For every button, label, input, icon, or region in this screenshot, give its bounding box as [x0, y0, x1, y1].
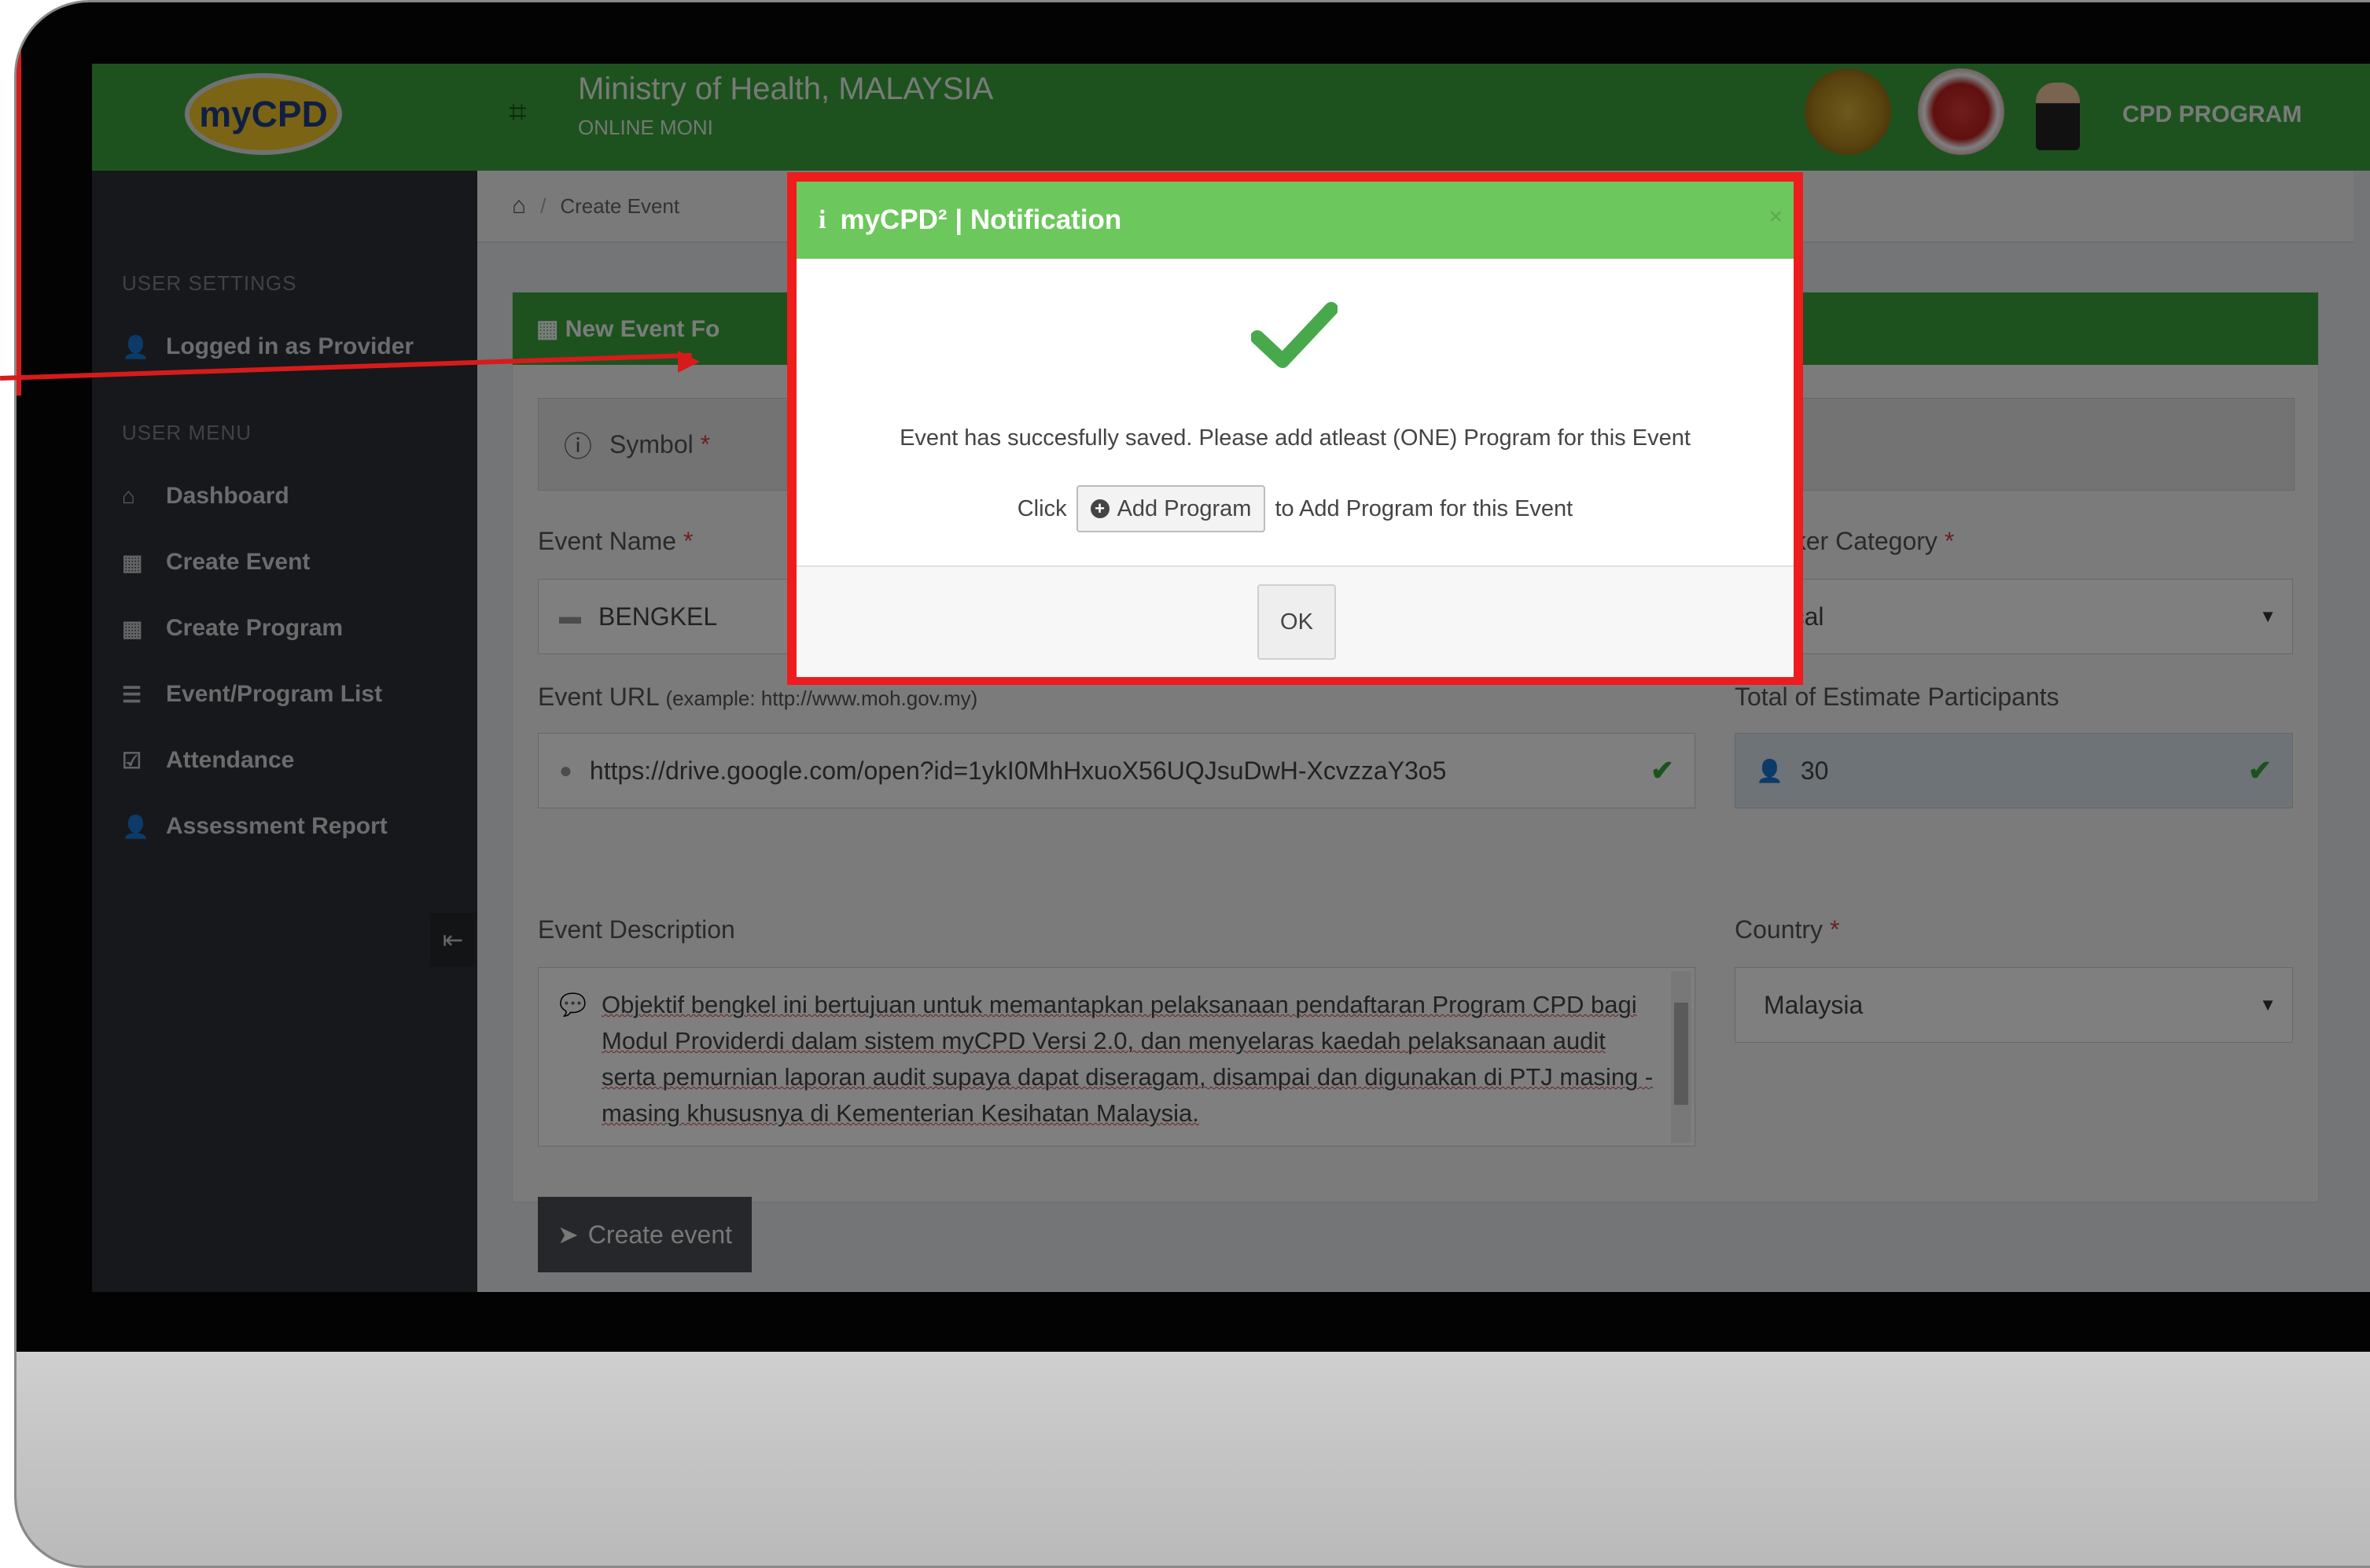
- modal-footer: OK: [797, 565, 1794, 677]
- add-program-button[interactable]: + Add Program: [1076, 485, 1266, 532]
- info-icon: i: [819, 205, 826, 234]
- after-label: to Add Program for this Event: [1275, 495, 1573, 521]
- monitor-chin: [17, 1352, 2370, 1566]
- add-program-label: Add Program: [1117, 495, 1252, 521]
- click-label: Click: [1017, 495, 1067, 521]
- success-check-icon: [1251, 302, 1338, 368]
- close-icon[interactable]: ×: [1768, 204, 1783, 230]
- notification-modal: i myCPD² | Notification × Event has succ…: [787, 172, 1803, 685]
- modal-title: myCPD² | Notification: [840, 204, 1122, 235]
- add-program-hint: Click + Add Program to Add Program for t…: [797, 485, 1794, 532]
- modal-header: i myCPD² | Notification ×: [797, 182, 1794, 259]
- annotation-arrow-head: [678, 351, 700, 373]
- plus-circle-icon: +: [1090, 499, 1110, 518]
- annotation-line: [17, 2, 21, 396]
- ok-button[interactable]: OK: [1257, 584, 1336, 660]
- success-message: Event has succesfully saved. Please add …: [900, 425, 1691, 451]
- screen: myCPD ⌗ Ministry of Health, MALAYSIA ONL…: [92, 64, 2370, 1292]
- monitor-bezel: myCPD ⌗ Ministry of Health, MALAYSIA ONL…: [14, 0, 2370, 1568]
